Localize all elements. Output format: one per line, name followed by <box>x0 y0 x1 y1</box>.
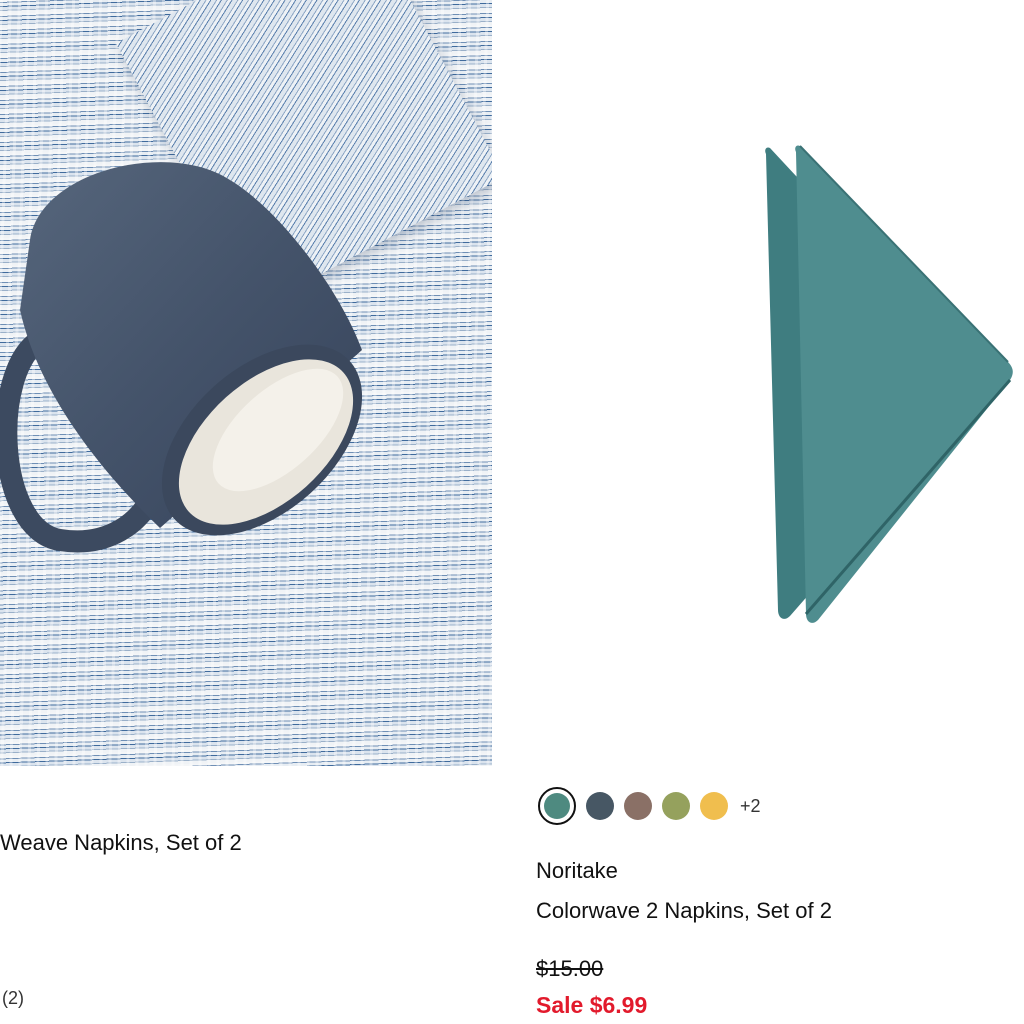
sale-price: Sale $6.99 <box>536 992 648 1018</box>
original-price: $15.00 <box>536 956 604 981</box>
swatch-teal[interactable] <box>538 787 576 825</box>
product-grid: Weave Napkins, Set of 2 (2) +2 Noritake … <box>0 0 1024 1024</box>
swatch-mocha[interactable] <box>624 792 652 820</box>
swatch-olive[interactable] <box>662 792 690 820</box>
more-colors-link[interactable]: +2 <box>740 796 761 817</box>
product-title[interactable]: Weave Napkins, Set of 2 <box>0 830 242 856</box>
product-brand[interactable]: Noritake <box>536 858 618 884</box>
color-swatches: +2 <box>538 786 761 826</box>
swatch-mustard[interactable] <box>700 792 728 820</box>
product-image-colorwave-napkins[interactable] <box>536 0 1024 766</box>
product-title[interactable]: Colorwave 2 Napkins, Set of 2 <box>536 898 832 924</box>
product-card-colorwave-napkins[interactable]: +2 Noritake Colorwave 2 Napkins, Set of … <box>536 0 1024 1024</box>
teal-napkins-graphic <box>765 145 1013 623</box>
product-card-weave-napkins[interactable]: Weave Napkins, Set of 2 (2) <box>0 0 492 1024</box>
swatch-slate[interactable] <box>586 792 614 820</box>
mug-graphic <box>0 162 363 553</box>
review-count[interactable]: (2) <box>2 988 24 1009</box>
product-image-weave-napkins[interactable] <box>0 0 492 766</box>
